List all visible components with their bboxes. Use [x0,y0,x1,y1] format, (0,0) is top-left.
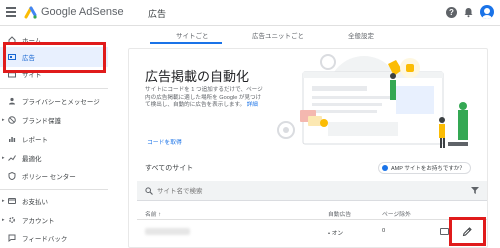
auto-ads-status: • オン [328,231,344,237]
privacy-icon [8,97,16,105]
account-icon [8,216,16,224]
tab-by-site[interactable]: サイトごと [176,30,209,40]
site-name-redacted [145,228,190,235]
search-input[interactable] [157,185,407,197]
brand-safety-icon [8,116,16,124]
sidebar-item-reports[interactable]: レポート [0,129,108,149]
amp-chip[interactable]: AMP サイトをお持ちですか？ [378,162,471,174]
bell-icon[interactable] [463,7,474,18]
sidebar-item-brand-safety[interactable]: ▸ ブランド保護 [0,110,108,130]
sidebar-item-label: 最適化 [22,156,42,163]
search-icon [145,187,153,195]
sidebar-item-label: フィードバック [22,236,68,243]
sidebar-item-label: お支払い [22,199,48,206]
auto-ads-illustration [277,54,468,148]
site-search-bar [137,181,487,201]
info-icon [382,165,388,171]
brand-name: Google AdSense [41,6,124,18]
sidebar-divider [0,189,108,190]
filter-icon[interactable] [471,187,479,194]
table-divider [137,219,487,220]
page-title: 広告 [148,9,167,19]
sidebar-item-feedback[interactable]: フィードバック [0,228,108,248]
auto-ads-heading: 広告掲載の自動化 [145,69,250,84]
edit-button[interactable] [449,217,486,246]
details-link[interactable]: 詳細 [247,102,258,108]
expand-icon: ▸ [2,117,5,123]
expand-icon: ▸ [2,198,5,204]
sidebar-item-label: プライバシーとメッセージ [22,99,100,106]
auto-ads-description: サイトにコードを 1 つ追加するだけで、ページ内の広告掲載に適した場所を Goo… [145,87,265,110]
tab-by-ad-unit[interactable]: 広告ユニットごと [252,30,304,40]
sidebar-item-label: ポリシー センター [22,174,76,181]
column-header-page-exclusions: ページ除外 [382,212,411,218]
sidebar-item-payments[interactable]: ▸ お支払い [0,191,108,211]
amp-chip-label: AMP サイトをお持ちですか？ [391,166,465,172]
column-header-auto-ads: 自動広告 [328,212,352,218]
auto-ads-description-text: サイトにコードを 1 つ追加するだけで、ページ内の広告掲載に適した場所を Goo… [145,87,263,108]
preview-icon[interactable] [440,228,449,235]
avatar[interactable] [480,5,494,19]
optimization-icon [8,154,16,162]
menu-icon[interactable] [6,7,16,17]
column-header-name[interactable]: 名前 ↑ [145,209,161,218]
help-icon[interactable]: ? [446,6,457,18]
highlight-box-ads-menu [3,42,106,73]
payments-icon [8,197,16,205]
sidebar-item-policy[interactable]: ポリシー センター [0,166,108,186]
expand-icon: ▸ [2,217,5,223]
sidebar-item-privacy[interactable]: プライバシーとメッセージ [0,91,108,111]
sidebar-item-optimization[interactable]: ▸ 最適化 [0,148,108,168]
top-bar: Google AdSense 広告 ? [0,0,500,26]
pencil-icon [462,227,472,237]
policy-icon [8,172,16,180]
expand-icon: ▸ [2,155,5,161]
reports-icon [8,135,16,143]
feedback-icon [8,234,16,242]
sidebar-item-label: アカウント [22,218,55,225]
sidebar-item-label: ブランド保護 [22,118,61,125]
get-code-button[interactable]: コードを取得 [147,137,182,146]
sidebar-item-account[interactable]: ▸ アカウント [0,210,108,230]
all-sites-title: すべてのサイト [145,165,194,172]
sidebar-item-label: レポート [22,137,48,144]
top-right-actions: ? [446,5,494,19]
sidebar-divider [0,88,108,89]
active-tab-indicator [150,42,222,44]
page-exclusions-count: 0 [382,228,386,234]
adsense-logo [24,6,37,19]
tab-general-settings[interactable]: 全般設定 [348,30,374,40]
